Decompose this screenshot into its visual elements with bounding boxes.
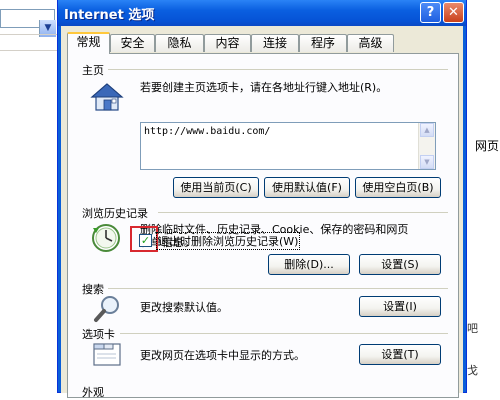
section-title-appearance: 外观 xyxy=(82,386,104,399)
tabs-window-icon xyxy=(93,343,121,366)
home-description: 若要创建主页选项卡，请在各地址行键入地址(R)。 xyxy=(140,81,388,94)
annotation-highlight xyxy=(130,226,158,252)
history-clock-icon xyxy=(92,224,120,252)
search-description: 更改搜索默认值。 xyxy=(140,301,228,314)
use-current-button[interactable]: 使用当前页(C) xyxy=(173,177,259,198)
section-divider xyxy=(120,333,448,334)
tab-privacy[interactable]: 隐私 xyxy=(155,34,204,52)
tabs-settings-button[interactable]: 设置(T) xyxy=(359,344,441,365)
magnifier-icon xyxy=(94,296,119,322)
use-blank-button[interactable]: 使用空白页(B) xyxy=(355,177,441,198)
background-text: 网页 xyxy=(475,139,500,153)
dialog-client-area: 常规 安全 隐私 内容 连接 程序 高级 主页 若要创建主页选项卡，请在各地址行… xyxy=(61,26,463,399)
tab-security[interactable]: 安全 xyxy=(110,34,155,52)
section-divider xyxy=(108,69,448,70)
search-settings-button[interactable]: 设置(I) xyxy=(359,296,441,317)
tabs-description: 更改网页在选项卡中显示的方式。 xyxy=(140,349,305,362)
internet-options-dialog: Internet 选项 ? ✕ 常规 安全 隐私 内容 连接 程序 高级 主页 … xyxy=(57,0,467,399)
section-divider xyxy=(158,212,448,213)
title-bar[interactable]: Internet 选项 ? ✕ xyxy=(58,0,466,26)
tab-connections[interactable]: 连接 xyxy=(251,34,299,52)
house-icon xyxy=(90,83,124,111)
home-url-value[interactable]: http://www.baidu.com/ xyxy=(144,126,270,137)
home-url-input[interactable]: http://www.baidu.com/ ▲ ▼ xyxy=(140,122,436,170)
help-button[interactable]: ? xyxy=(420,2,441,23)
background-divider xyxy=(0,34,58,35)
section-title-history: 浏览历史记录 xyxy=(82,207,148,220)
section-divider xyxy=(108,288,448,289)
delete-on-exit-label[interactable]: 退出时删除浏览历史记录(W) xyxy=(156,232,301,250)
close-button[interactable]: ✕ xyxy=(443,2,464,23)
background-divider xyxy=(0,50,58,51)
section-title-home: 主页 xyxy=(82,64,104,77)
background-text: 戈 xyxy=(467,364,478,377)
dialog-title: Internet 选项 xyxy=(64,8,155,23)
tab-programs[interactable]: 程序 xyxy=(299,34,347,52)
scroll-down-icon[interactable]: ▼ xyxy=(420,155,434,169)
background-browser-left: ▼ xyxy=(0,0,59,393)
history-settings-button[interactable]: 设置(S) xyxy=(359,254,441,275)
use-default-button[interactable]: 使用默认值(F) xyxy=(264,177,350,198)
general-tab-panel: 主页 若要创建主页选项卡，请在各地址行键入地址(R)。 http://www.b… xyxy=(67,53,459,399)
scroll-up-icon[interactable]: ▲ xyxy=(420,123,434,137)
tab-content[interactable]: 内容 xyxy=(204,34,251,52)
tab-general[interactable]: 常规 xyxy=(67,32,110,54)
url-scrollbar[interactable]: ▲ ▼ xyxy=(418,123,435,169)
background-address-bar[interactable]: ▼ xyxy=(0,9,56,37)
tab-advanced[interactable]: 高级 xyxy=(347,34,394,52)
delete-history-button[interactable]: 删除(D)... xyxy=(268,254,350,275)
background-text: 吧 xyxy=(467,322,478,335)
